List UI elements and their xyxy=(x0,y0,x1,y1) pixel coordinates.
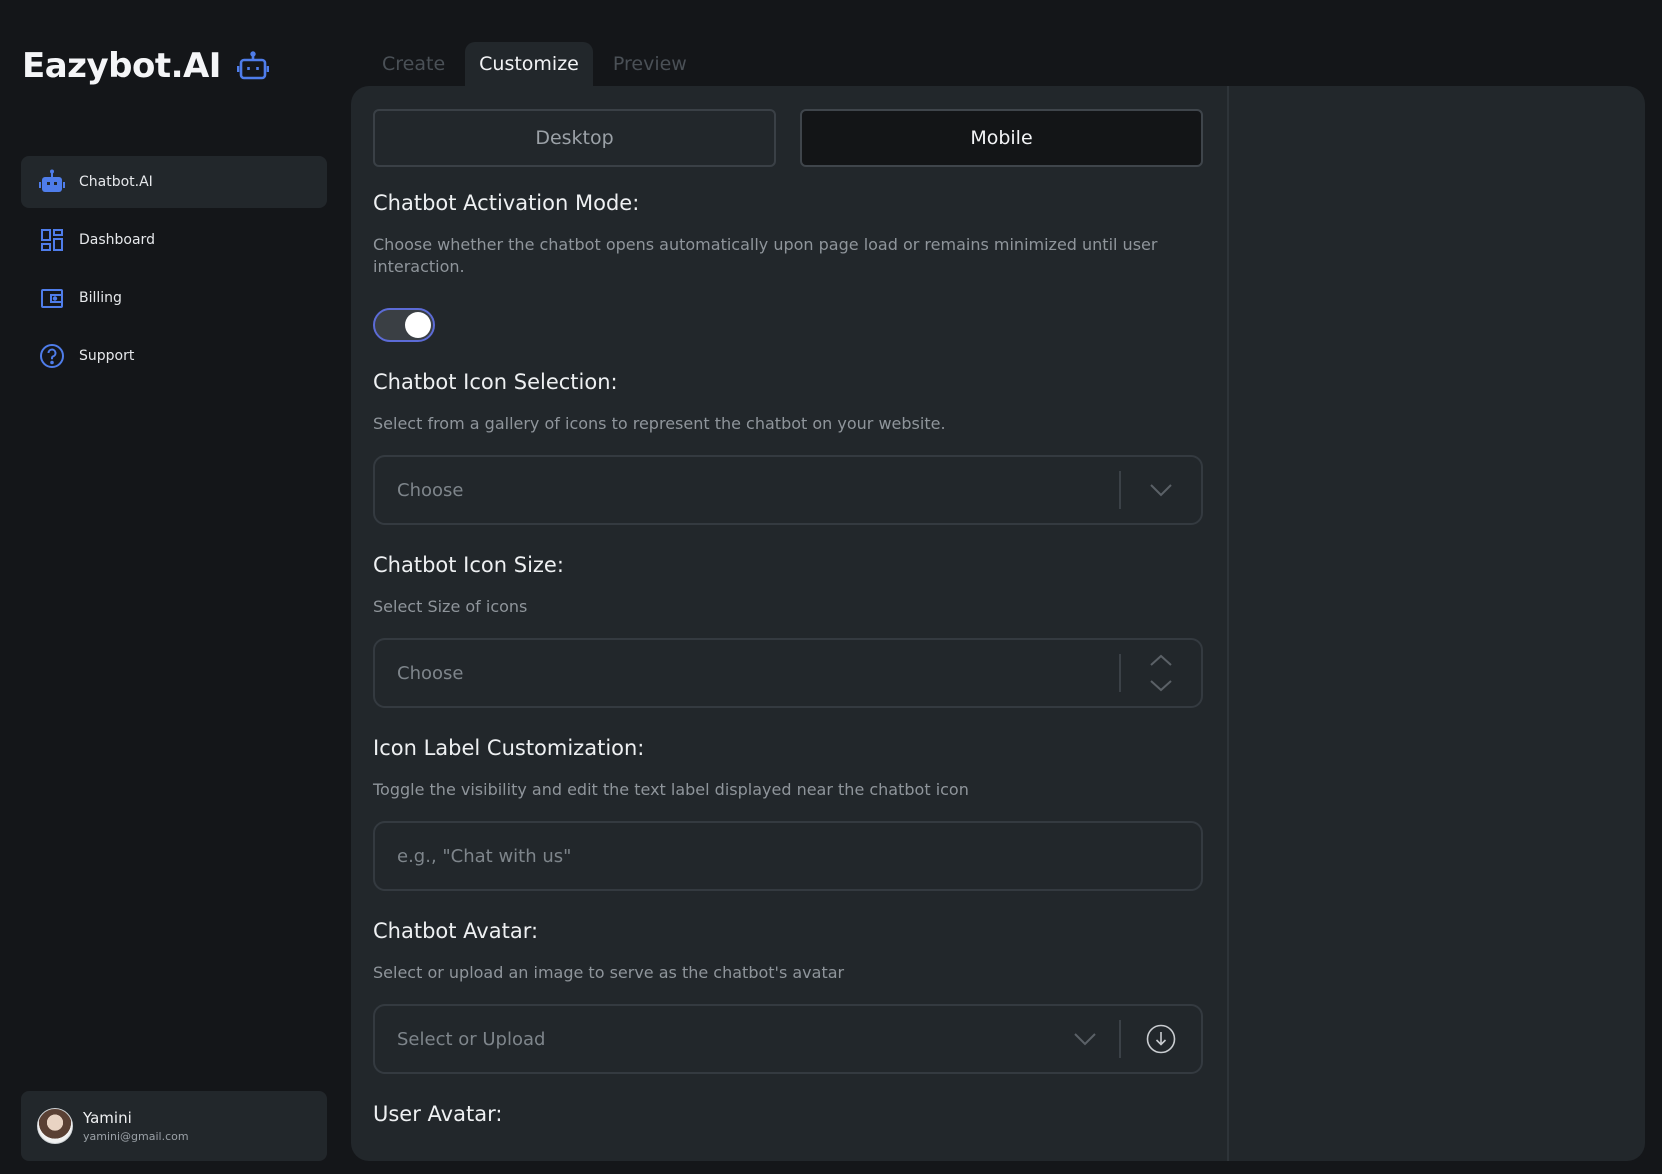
brand-name: Eazybot.AI xyxy=(22,46,221,86)
chevron-down-icon[interactable] xyxy=(1065,1032,1105,1046)
chatbot-avatar-title: Chatbot Avatar: xyxy=(373,919,539,943)
stepper-value: Choose xyxy=(397,662,464,684)
robot-icon xyxy=(236,51,269,81)
robot-icon xyxy=(39,169,65,195)
sidebar-item-label: Billing xyxy=(79,290,122,306)
user-name: Yamini xyxy=(83,1109,132,1127)
desktop-button[interactable]: Desktop xyxy=(373,109,776,167)
sidebar-item-chatbot[interactable]: Chatbot.AI xyxy=(21,156,327,208)
customize-panel: Desktop Mobile Chatbot Activation Mode: … xyxy=(351,86,1645,1161)
wallet-icon xyxy=(39,285,65,311)
user-card[interactable]: Yamini yamini@gmail.com xyxy=(21,1091,327,1161)
sidebar-item-dashboard[interactable]: Dashboard xyxy=(21,214,327,266)
user-avatar-title: User Avatar: xyxy=(373,1102,503,1126)
chatbot-avatar-dropdown[interactable]: Select or Upload xyxy=(373,1004,1203,1074)
label-custom-desc: Toggle the visibility and edit the text … xyxy=(373,780,969,799)
label-custom-title: Icon Label Customization: xyxy=(373,736,645,760)
mobile-button[interactable]: Mobile xyxy=(800,109,1203,167)
avatar xyxy=(37,1108,73,1144)
sidebar-item-label: Dashboard xyxy=(79,232,155,248)
chatbot-avatar-desc: Select or upload an image to serve as th… xyxy=(373,963,845,982)
sidebar-item-label: Support xyxy=(79,348,135,364)
chevron-down-icon[interactable] xyxy=(1121,483,1201,497)
sidebar-item-support[interactable]: Support xyxy=(21,330,327,382)
sidebar-nav: Chatbot.AI Dashboard Billing Support xyxy=(21,156,327,388)
sidebar-item-label: Chatbot.AI xyxy=(79,174,153,190)
question-icon xyxy=(39,343,65,369)
tab-customize[interactable]: Customize xyxy=(465,42,593,86)
dropdown-value: Choose xyxy=(397,479,464,501)
tab-bar: Create Customize Preview xyxy=(368,42,707,86)
brand-logo[interactable]: Eazybot.AI xyxy=(22,46,269,86)
panel-divider xyxy=(1227,86,1229,1161)
icon-selection-dropdown[interactable]: Choose xyxy=(373,455,1203,525)
up-down-chevron-icon[interactable] xyxy=(1121,653,1201,693)
icon-size-title: Chatbot Icon Size: xyxy=(373,553,564,577)
icon-size-stepper[interactable]: Choose xyxy=(373,638,1203,708)
tab-preview[interactable]: Preview xyxy=(599,42,701,86)
icon-label-field[interactable] xyxy=(373,821,1203,891)
sidebar-item-billing[interactable]: Billing xyxy=(21,272,327,324)
dashboard-icon xyxy=(39,227,65,253)
device-toggle: Desktop Mobile xyxy=(373,109,1203,167)
icon-selection-desc: Select from a gallery of icons to repres… xyxy=(373,414,946,433)
dropdown-value: Select or Upload xyxy=(397,1028,546,1050)
icon-size-desc: Select Size of icons xyxy=(373,597,528,616)
tab-create[interactable]: Create xyxy=(368,42,459,86)
customize-form: Desktop Mobile Chatbot Activation Mode: … xyxy=(373,109,1203,1126)
icon-selection-title: Chatbot Icon Selection: xyxy=(373,370,618,394)
icon-label-input[interactable] xyxy=(397,823,1201,889)
toggle-knob xyxy=(405,312,431,338)
activation-title: Chatbot Activation Mode: xyxy=(373,191,640,215)
user-email: yamini@gmail.com xyxy=(83,1130,189,1143)
upload-icon[interactable] xyxy=(1121,1024,1201,1054)
activation-toggle[interactable] xyxy=(373,308,435,342)
activation-desc: Choose whether the chatbot opens automat… xyxy=(373,235,1158,276)
